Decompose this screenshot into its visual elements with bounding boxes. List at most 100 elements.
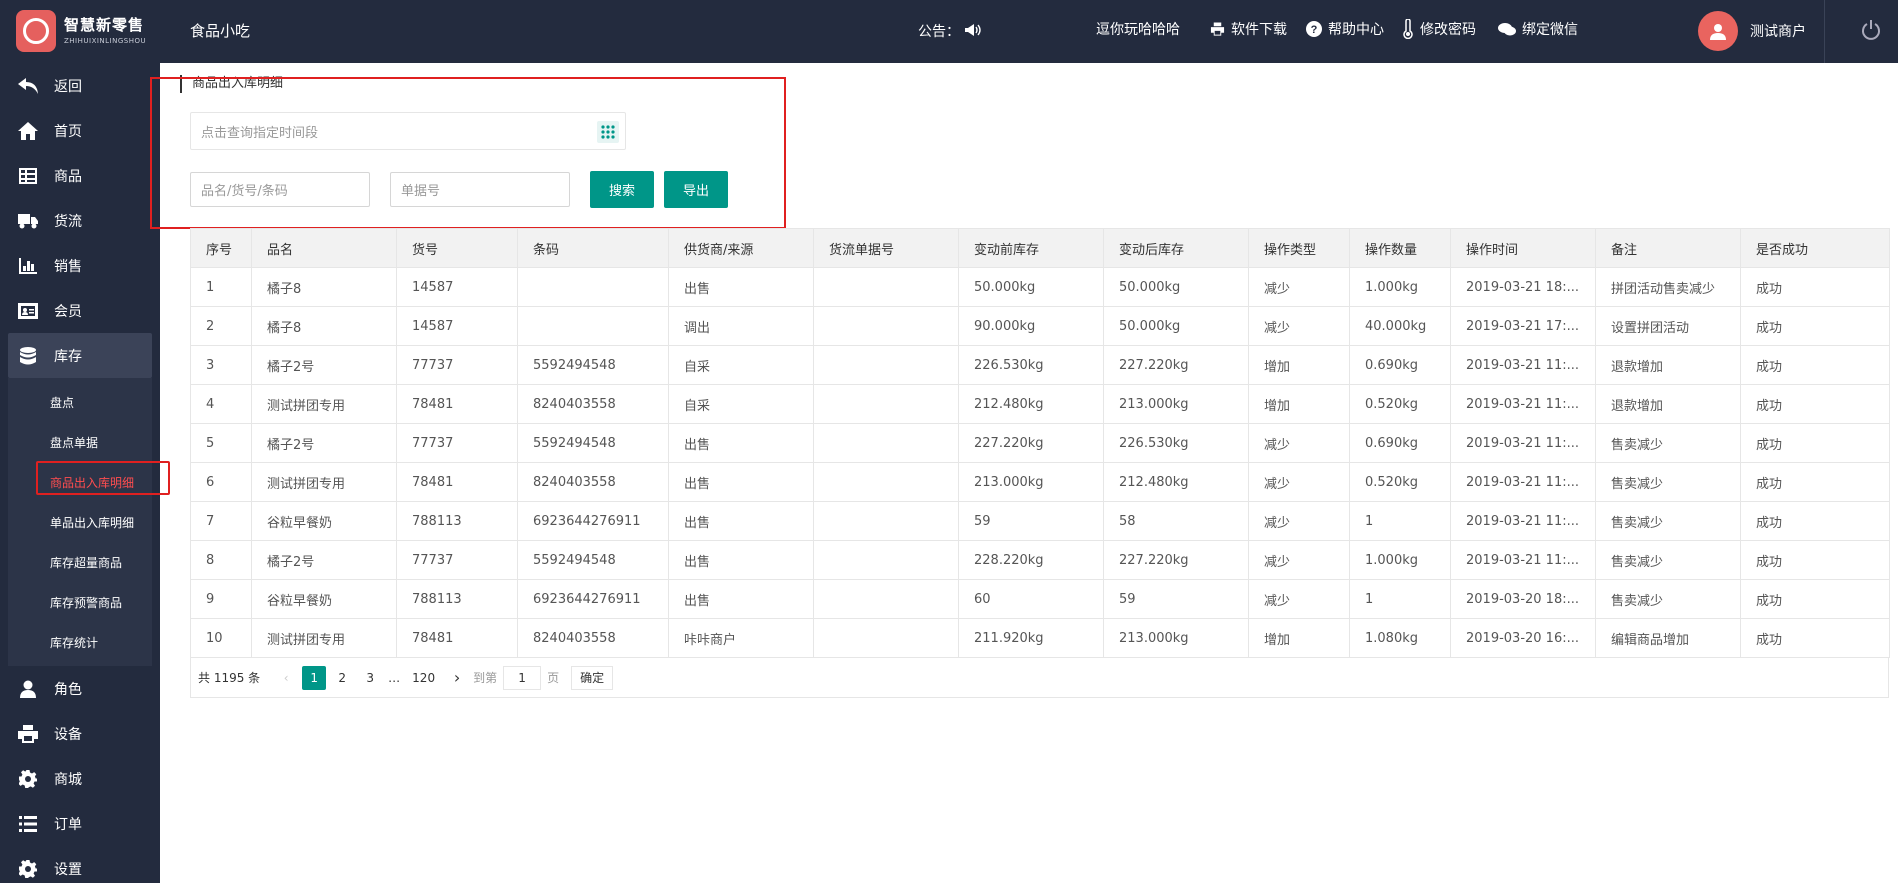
power-icon[interactable] — [1860, 19, 1882, 45]
chat-icon — [1498, 22, 1516, 35]
table-cell: 2019-03-21 11:... — [1450, 384, 1596, 424]
pagination: 共 1195 条 ‹ 1 2 3 … 120 › 到第 1 页 确定 — [190, 657, 1889, 698]
table-cell: 77737 — [396, 540, 518, 580]
table-cell: 10 — [190, 618, 252, 658]
table-cell: 自采 — [668, 345, 814, 385]
table-cell: 14587 — [396, 267, 518, 307]
table-row[interactable]: 5 橘子2号 77737 5592494548 出售 227.220kg 226.530kg… — [190, 423, 1890, 463]
notice-marquee[interactable]: 逗你玩哈哈哈 — [1096, 19, 1180, 39]
submenu-overstock-products[interactable]: 库存超量商品 — [8, 542, 152, 582]
bind-wechat-link[interactable]: 绑定微信 — [1498, 19, 1578, 39]
table-cell: 成功 — [1740, 306, 1890, 346]
header-divider — [1824, 0, 1825, 63]
table-cell: 橘子2号 — [251, 540, 397, 580]
sidebar-item-mall[interactable]: 商城 — [0, 756, 160, 801]
sidebar-item-back[interactable]: 返回 — [0, 63, 160, 108]
table-cell: 成功 — [1740, 618, 1890, 658]
table-cell: 成功 — [1740, 540, 1890, 580]
table-cell: 0.690kg — [1349, 345, 1451, 385]
table-cell: 成功 — [1740, 462, 1890, 502]
submenu-stocktake[interactable]: 盘点 — [8, 382, 152, 422]
product-search-input[interactable]: 品名/货号/条码 — [190, 172, 370, 207]
goto-page-input[interactable]: 1 — [503, 665, 542, 690]
table-cell: 售卖减少 — [1595, 579, 1741, 619]
gear-icon — [18, 769, 38, 789]
sidebar-item-members[interactable]: 会员 — [0, 288, 160, 333]
table-cell: 211.920kg — [958, 618, 1104, 658]
table-cell: 7 — [190, 501, 252, 541]
table-cell: 0.520kg — [1349, 384, 1451, 424]
column-header: 序号 — [190, 228, 252, 268]
table-row[interactable]: 1 橘子8 14587 出售 50.000kg 50.000kg 减少 1.000kg 2019… — [190, 267, 1890, 307]
sidebar-item-products[interactable]: 商品 — [0, 153, 160, 198]
help-center-link[interactable]: ? 帮助中心 — [1306, 19, 1384, 39]
table-row[interactable]: 8 橘子2号 77737 5592494548 出售 228.220kg 227.220kg… — [190, 540, 1890, 580]
table-cell: 减少 — [1248, 306, 1350, 346]
calendar-icon[interactable] — [597, 121, 619, 147]
page-3[interactable]: 3 — [358, 666, 382, 690]
table-cell: 出售 — [668, 540, 814, 580]
document-number-input[interactable]: 单据号 — [390, 172, 570, 207]
page-ellipsis: … — [388, 670, 401, 685]
submenu-stock-statistics[interactable]: 库存统计 — [8, 622, 152, 662]
prev-page-icon[interactable]: ‹ — [274, 666, 298, 690]
table-row[interactable]: 6 测试拼团专用 78481 8240403558 出售 213.000kg 212.480… — [190, 462, 1890, 502]
table-row[interactable]: 7 谷粒早餐奶 788113 6923644276911 出售 59 58 减少 1 2019-0… — [190, 501, 1890, 541]
table-cell: 退款增加 — [1595, 384, 1741, 424]
software-download-link[interactable]: 软件下载 — [1210, 19, 1287, 39]
table-cell — [813, 384, 959, 424]
date-range-input[interactable]: 点击查询指定时间段 — [190, 112, 626, 150]
table-cell: 出售 — [668, 423, 814, 463]
sidebar-item-devices[interactable]: 设备 — [0, 711, 160, 756]
settings-icon — [18, 859, 38, 879]
table-row[interactable]: 4 测试拼团专用 78481 8240403558 自采 212.480kg 213.000… — [190, 384, 1890, 424]
table-row[interactable]: 9 谷粒早餐奶 788113 6923644276911 出售 60 59 减少 1 2019-0… — [190, 579, 1890, 619]
table-cell: 1.080kg — [1349, 618, 1451, 658]
table-cell: 设置拼团活动 — [1595, 306, 1741, 346]
notice: 公告： — [918, 21, 982, 41]
page-2[interactable]: 2 — [330, 666, 354, 690]
submenu-single-inout-detail[interactable]: 单品出入库明细 — [8, 502, 152, 542]
column-header: 操作时间 — [1450, 228, 1596, 268]
table-cell: 8240403558 — [517, 384, 669, 424]
user-menu[interactable]: 测试商户 — [1698, 11, 1806, 51]
submenu-stock-warning-products[interactable]: 库存预警商品 — [8, 582, 152, 622]
sidebar-item-orders[interactable]: 订单 — [0, 801, 160, 846]
table-cell: 2019-03-21 18:... — [1450, 267, 1596, 307]
table-header-row: 序号 品名 货号 条码 供货商/来源 货流单据号 变动前库存 变动后库存 操作类型 操作数量 操作时… — [190, 228, 1890, 268]
sidebar-item-roles[interactable]: 角色 — [0, 666, 160, 711]
search-button[interactable]: 搜索 — [590, 171, 654, 208]
submenu-stocktake-docs[interactable]: 盘点单据 — [8, 422, 152, 462]
goto-confirm-button[interactable]: 确定 — [571, 665, 614, 690]
sidebar-item-logistics[interactable]: 货流 — [0, 198, 160, 243]
table-cell: 2019-03-21 11:... — [1450, 501, 1596, 541]
table-row[interactable]: 10 测试拼团专用 78481 8240403558 咔咔商户 211.920kg 213.… — [190, 618, 1890, 658]
table-cell: 增加 — [1248, 384, 1350, 424]
sidebar-item-sales[interactable]: 销售 — [0, 243, 160, 288]
table-cell: 出售 — [668, 501, 814, 541]
table-cell: 213.000kg — [958, 462, 1104, 502]
page-last[interactable]: 120 — [406, 666, 441, 690]
next-page-icon[interactable]: › — [445, 666, 469, 690]
sidebar-item-settings[interactable]: 设置 — [0, 846, 160, 883]
table-row[interactable]: 2 橘子8 14587 调出 90.000kg 50.000kg 减少 40.000kg 201… — [190, 306, 1890, 346]
inventory-submenu: 盘点 盘点单据 商品出入库明细 单品出入库明细 库存超量商品 库存预警商品 库存… — [8, 378, 152, 666]
table-cell — [813, 423, 959, 463]
export-button[interactable]: 导出 — [664, 171, 728, 208]
table-cell: 78481 — [396, 462, 518, 502]
sidebar-item-inventory[interactable]: 库存 — [8, 333, 152, 378]
sidebar-item-home[interactable]: 首页 — [0, 108, 160, 153]
table-cell: 售卖减少 — [1595, 462, 1741, 502]
table-cell: 成功 — [1740, 423, 1890, 463]
back-icon — [18, 76, 38, 96]
table-row[interactable]: 3 橘子2号 77737 5592494548 自采 226.530kg 227.220kg… — [190, 345, 1890, 385]
table-cell: 自采 — [668, 384, 814, 424]
table-cell: 0.520kg — [1349, 462, 1451, 502]
table-cell: 58 — [1103, 501, 1249, 541]
table-cell: 1 — [190, 267, 252, 307]
change-password-link[interactable]: 修改密码 — [1402, 19, 1476, 39]
table-cell: 售卖减少 — [1595, 540, 1741, 580]
table-cell: 77737 — [396, 423, 518, 463]
table-cell: 227.220kg — [1103, 345, 1249, 385]
page-1[interactable]: 1 — [302, 665, 327, 690]
